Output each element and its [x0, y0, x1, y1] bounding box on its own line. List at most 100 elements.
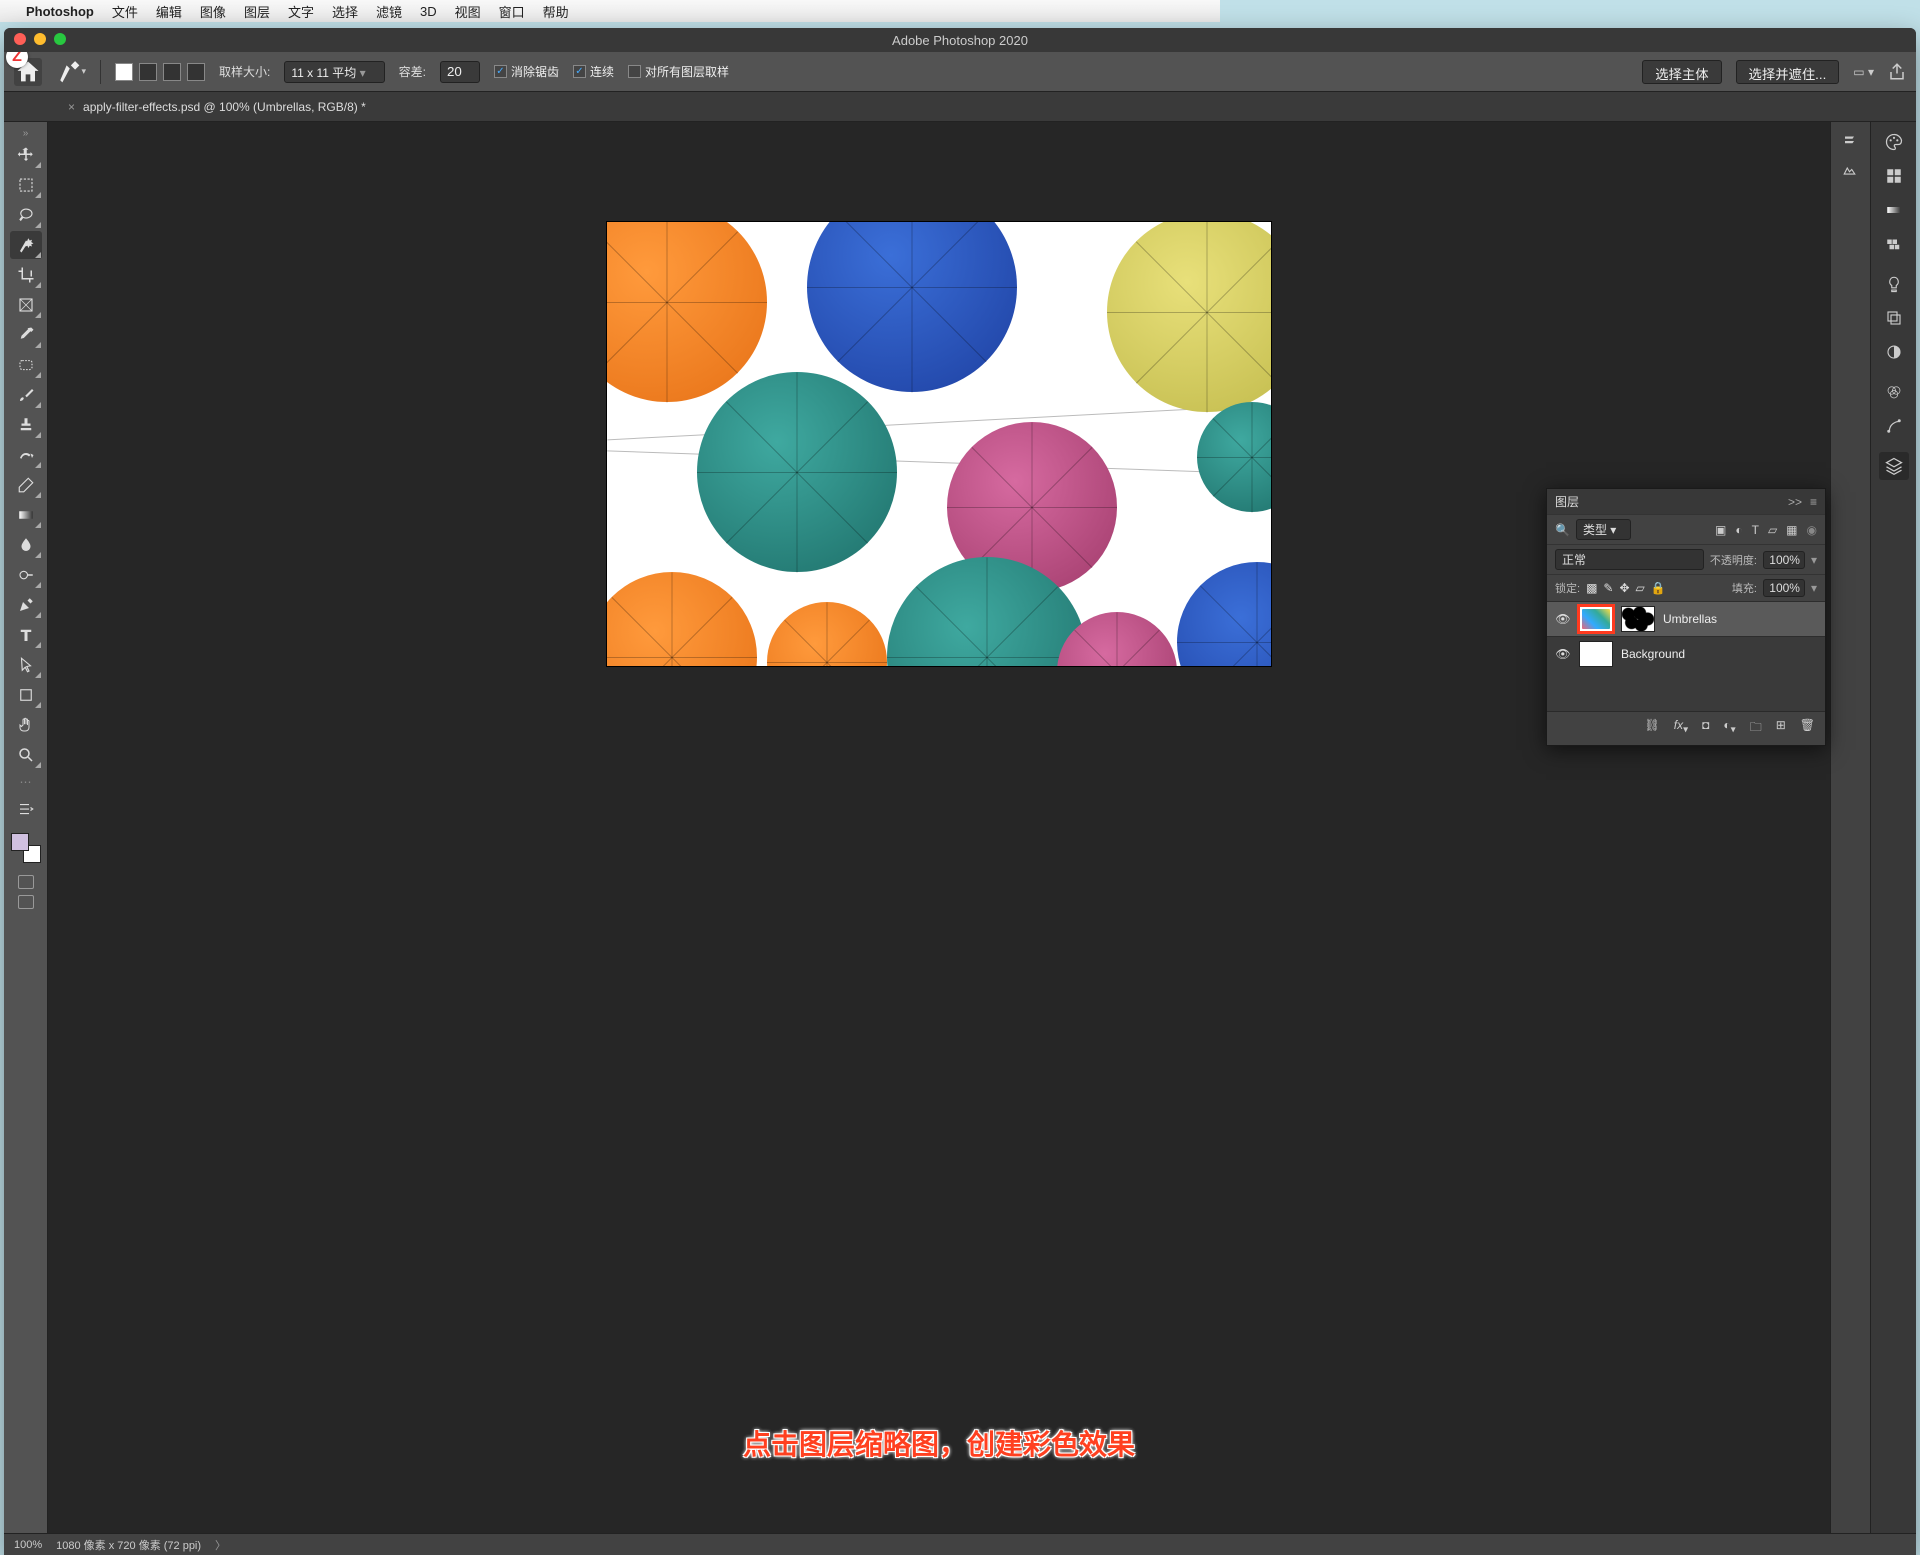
sample-size-select[interactable]: 11 x 11 平均 ▾: [284, 61, 384, 83]
panel-collapse-icon[interactable]: >>: [1788, 495, 1802, 509]
opacity-input[interactable]: 100%: [1763, 551, 1805, 569]
menu-filter[interactable]: 滤镜: [376, 2, 402, 21]
channels-panel-icon[interactable]: [1879, 378, 1909, 406]
doc-info-menu-icon[interactable]: 〉: [215, 1537, 226, 1553]
edit-toolbar-icon[interactable]: [10, 795, 42, 823]
lock-position-icon[interactable]: ✥: [1619, 581, 1629, 595]
blur-tool[interactable]: [10, 531, 42, 559]
lock-transparency-icon[interactable]: ▩: [1586, 581, 1597, 595]
stamp-tool[interactable]: [10, 411, 42, 439]
history-brush-tool[interactable]: [10, 441, 42, 469]
close-document-icon[interactable]: ×: [68, 100, 75, 114]
filter-adjustment-icon[interactable]: ◐: [1735, 523, 1742, 537]
filter-pixel-icon[interactable]: ▣: [1715, 523, 1726, 537]
menu-3d[interactable]: 3D: [420, 4, 437, 19]
fill-dropdown-icon[interactable]: ▾: [1811, 581, 1817, 595]
add-mask-icon[interactable]: ◘: [1702, 718, 1709, 739]
document-tab[interactable]: × apply-filter-effects.psd @ 100% (Umbre…: [54, 92, 380, 122]
layer-thumbnail[interactable]: [1579, 641, 1613, 667]
opacity-dropdown-icon[interactable]: ▾: [1811, 553, 1817, 567]
share-icon[interactable]: [1888, 63, 1906, 81]
layer-filter-search-icon[interactable]: 🔍: [1555, 523, 1570, 537]
shape-tool[interactable]: [10, 681, 42, 709]
zoom-level[interactable]: 100%: [14, 1539, 42, 1551]
layer-row[interactable]: 👁 Umbrellas: [1547, 601, 1825, 636]
pen-tool[interactable]: [10, 591, 42, 619]
antialias-checkbox[interactable]: ✓消除锯齿: [494, 63, 559, 80]
lock-artboard-icon[interactable]: ▱: [1636, 581, 1645, 595]
dodge-tool[interactable]: [10, 561, 42, 589]
filter-toggle-icon[interactable]: ◉: [1807, 523, 1817, 537]
menu-select[interactable]: 选择: [332, 2, 358, 21]
layer-fx-icon[interactable]: fx▾: [1674, 718, 1688, 739]
lock-brush-icon[interactable]: ✎: [1603, 581, 1613, 595]
document-canvas[interactable]: [607, 222, 1271, 666]
menu-help[interactable]: 帮助: [543, 2, 569, 21]
zoom-tool[interactable]: [10, 741, 42, 769]
eraser-tool[interactable]: [10, 471, 42, 499]
menu-type[interactable]: 文字: [288, 2, 314, 21]
screen-mode-icons[interactable]: [18, 875, 34, 909]
eyedropper-tool[interactable]: [10, 321, 42, 349]
path-select-tool[interactable]: [10, 651, 42, 679]
canvas-area[interactable]: 点击图层缩略图，创建彩色效果: [48, 122, 1830, 1533]
move-tool[interactable]: [10, 141, 42, 169]
color-swatches[interactable]: [11, 833, 41, 863]
window-close-button[interactable]: [14, 33, 26, 45]
crop-tool[interactable]: [10, 261, 42, 289]
libraries-panel-icon[interactable]: [1879, 304, 1909, 332]
contiguous-checkbox[interactable]: ✓连续: [573, 63, 614, 80]
filter-type-icon[interactable]: T: [1752, 523, 1759, 537]
fill-input[interactable]: 100%: [1763, 579, 1805, 597]
link-layers-icon[interactable]: ⛓: [1645, 718, 1660, 739]
panel-menu-icon[interactable]: ≡: [1810, 495, 1817, 509]
swatches-panel-icon[interactable]: [1879, 162, 1909, 190]
sample-mode-icons[interactable]: [115, 63, 205, 81]
menu-window[interactable]: 窗口: [499, 2, 525, 21]
patterns-panel-icon[interactable]: [1879, 230, 1909, 258]
healing-tool[interactable]: [10, 351, 42, 379]
menu-edit[interactable]: 编辑: [156, 2, 182, 21]
tolerance-input[interactable]: [440, 61, 480, 83]
adjustment-layer-icon[interactable]: ◐▾: [1723, 718, 1735, 739]
hand-tool[interactable]: [10, 711, 42, 739]
frame-tool[interactable]: [10, 291, 42, 319]
layer-name[interactable]: Background: [1621, 647, 1685, 661]
layer-visibility-icon[interactable]: 👁: [1555, 647, 1571, 661]
menu-file[interactable]: 文件: [112, 2, 138, 21]
menu-image[interactable]: 图像: [200, 2, 226, 21]
window-minimize-button[interactable]: [34, 33, 46, 45]
lock-all-icon[interactable]: 🔒: [1651, 581, 1666, 595]
filter-shape-icon[interactable]: ▱: [1768, 523, 1777, 537]
gradients-panel-icon[interactable]: [1879, 196, 1909, 224]
marquee-tool[interactable]: [10, 171, 42, 199]
new-layer-icon[interactable]: ⊞: [1776, 718, 1786, 739]
current-tool-icon[interactable]: ▾: [56, 59, 86, 84]
color-panel-icon[interactable]: [1879, 128, 1909, 156]
magic-wand-tool[interactable]: [10, 231, 42, 259]
menu-view[interactable]: 视图: [455, 2, 481, 21]
filter-smart-icon[interactable]: ▦: [1786, 523, 1797, 537]
select-subject-button[interactable]: 选择主体: [1642, 60, 1721, 84]
layer-row[interactable]: 👁 Background: [1547, 636, 1825, 671]
layers-panel-icon[interactable]: [1879, 452, 1909, 480]
properties-panel-icon[interactable]: [1837, 128, 1865, 154]
gradient-tool[interactable]: [10, 501, 42, 529]
workspace-switcher-icon[interactable]: ▭ ▾: [1853, 65, 1874, 79]
adjustments-panel-icon[interactable]: [1837, 158, 1865, 184]
layer-visibility-icon[interactable]: 👁: [1555, 612, 1571, 626]
layer-mask-thumbnail[interactable]: [1621, 606, 1655, 632]
select-and-mask-button[interactable]: 选择并遮住...: [1736, 60, 1840, 84]
delete-layer-icon[interactable]: 🗑: [1800, 718, 1815, 739]
app-menu[interactable]: Photoshop: [26, 4, 94, 19]
lasso-tool[interactable]: [10, 201, 42, 229]
layer-thumbnail[interactable]: [1579, 606, 1613, 632]
group-icon[interactable]: 🗀: [1750, 718, 1762, 739]
brush-tool[interactable]: [10, 381, 42, 409]
menu-layer[interactable]: 图层: [244, 2, 270, 21]
paths-panel-icon[interactable]: [1879, 412, 1909, 440]
learn-panel-icon[interactable]: [1879, 270, 1909, 298]
doc-info[interactable]: 1080 像素 x 720 像素 (72 ppi): [56, 1537, 201, 1553]
window-maximize-button[interactable]: [54, 33, 66, 45]
sample-all-layers-checkbox[interactable]: 对所有图层取样: [628, 63, 729, 80]
